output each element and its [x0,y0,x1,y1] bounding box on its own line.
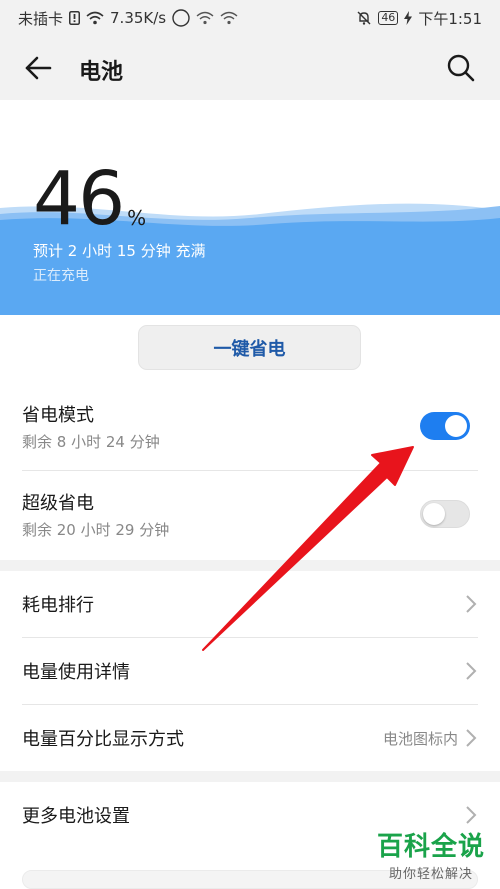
charging-bolt-icon [404,11,413,25]
search-icon [447,54,475,82]
hd-signal-icon [172,9,190,27]
power-ranking-row[interactable]: 耗电排行 [22,571,478,637]
power-ranking-label: 耗电排行 [22,595,94,616]
sim-status: 未插卡 [18,9,64,28]
charge-eta: 预计 2 小时 15 分钟 充满 [33,242,206,260]
wifi-icon-2 [196,11,214,25]
battery-level-badge: 46 [378,11,399,25]
power-saving-mode-title: 省电模式 [22,405,94,426]
watermark-subtitle: 助你轻松解决 [388,867,473,882]
row-right [464,594,478,614]
page-title: 电池 [79,60,124,85]
sim-alert-icon [69,11,81,25]
battery-options-list: 耗电排行 电量使用详情 电量百分比显示方式 电池图标内 [0,571,500,771]
toggle-knob [423,503,445,525]
power-saving-mode-row[interactable]: 省电模式 剩余 8 小时 24 分钟 [22,383,478,473]
chevron-right-icon [466,662,477,680]
status-right: 46 下午1:51 [356,8,482,29]
toggle-knob [445,415,467,437]
watermark-title: 百科全说 [376,832,485,862]
usage-detail-label: 电量使用详情 [22,662,130,683]
one-key-save-button[interactable]: 一键省电 [138,325,361,370]
mute-bell-icon [356,10,372,26]
power-saving-mode-remaining: 剩余 8 小时 24 分钟 [22,433,160,451]
app-bar: 电池 [0,36,500,100]
network-speed: 7.35K/s [110,9,167,27]
chevron-right-icon [466,595,477,613]
charge-status: 正在充电 [33,268,89,284]
battery-percent: 46 % [33,162,146,236]
chevron-right-icon [466,729,477,747]
percent-display-row[interactable]: 电量百分比显示方式 电池图标内 [22,705,478,771]
chevron-right-icon [466,806,477,824]
more-battery-settings-label: 更多电池设置 [22,806,130,827]
status-bar: 未插卡 7.35K/s 46 下午1:51 [0,0,500,36]
battery-percent-value: 46 [33,156,125,242]
battery-percent-sign: % [127,206,147,230]
back-button[interactable] [20,52,56,84]
super-power-saving-title: 超级省电 [22,493,94,514]
percent-display-label: 电量百分比显示方式 [22,729,184,750]
super-power-saving-row[interactable]: 超级省电 剩余 20 小时 29 分钟 [22,471,478,561]
row-right [464,661,478,681]
row-right: 电池图标内 [383,728,478,749]
row-right [464,805,478,825]
wifi-icon-3 [220,11,238,25]
wifi-icon [86,11,104,25]
percent-display-value: 电池图标内 [382,729,458,748]
clock: 下午1:51 [418,9,482,28]
search-button[interactable] [441,50,481,86]
super-power-saving-remaining: 剩余 20 小时 29 分钟 [22,521,170,539]
battery-hero: 46 % 预计 2 小时 15 分钟 充满 正在充电 [0,100,500,315]
back-arrow-icon [25,56,52,80]
status-left: 未插卡 7.35K/s [18,8,238,29]
power-saving-section: 一键省电 省电模式 剩余 8 小时 24 分钟 超级省电 剩余 20 小时 29… [0,315,500,560]
power-saving-mode-toggle[interactable] [420,412,470,440]
super-power-saving-toggle[interactable] [420,500,470,528]
watermark-logo: 百科全说 助你轻松解决 [372,826,490,882]
usage-detail-row[interactable]: 电量使用详情 [22,638,478,704]
